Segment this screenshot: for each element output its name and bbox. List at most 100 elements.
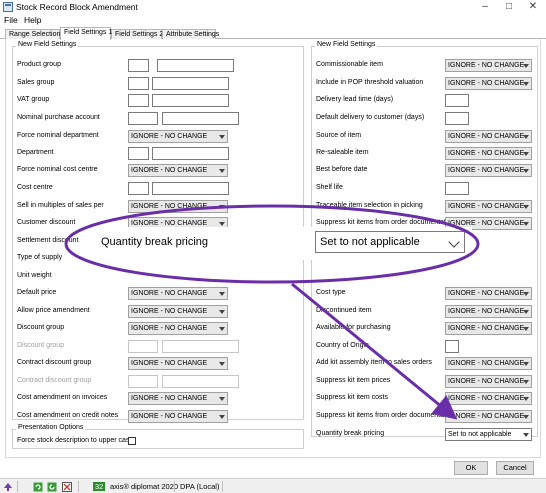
close-button[interactable]: ✕ [521,0,545,14]
unit-weight-label: Unit weight [17,272,52,279]
available-for-purchasing-select-value: IGNORE - NO CHANGE [448,325,525,332]
re-saleable-item-select[interactable]: IGNORE - NO CHANGE [445,147,532,160]
tab-field-settings-1[interactable]: Field Settings 1 [60,27,112,40]
shelf-life-label: Shelf life [316,184,343,191]
status-separator [78,481,79,492]
default-price-select[interactable]: IGNORE - NO CHANGE [128,287,228,300]
allow-price-amendment-select[interactable]: IGNORE - NO CHANGE [128,305,228,318]
chevron-down-icon [523,205,529,209]
available-for-purchasing-select[interactable]: IGNORE - NO CHANGE [445,322,532,335]
shelf-life-input[interactable] [445,182,469,195]
tab-range-selection[interactable]: Range Selection [5,29,60,39]
chevron-down-icon [219,292,225,296]
re-saleable-item-select-value: IGNORE - NO CHANGE [448,150,525,157]
best-before-date-select[interactable]: IGNORE - NO CHANGE [445,164,532,177]
presentation-legend: Presentation Options [16,424,86,431]
cost-centre-description-input[interactable] [152,182,229,195]
chevron-down-icon [523,380,529,384]
menu-file[interactable]: File [4,15,18,25]
up-arrow-icon[interactable] [3,482,13,492]
cost-amendment-on-credit-notes-select[interactable]: IGNORE - NO CHANGE [128,410,228,423]
department-code-input[interactable] [128,147,149,160]
force-nominal-cost-centre-select[interactable]: IGNORE - NO CHANGE [128,164,228,177]
tab-attribute-settings[interactable]: Attribute Settings [162,29,219,39]
suppress-kit-item-prices-select[interactable]: IGNORE - NO CHANGE [445,375,532,388]
commissionable-item-select[interactable]: IGNORE - NO CHANGE [445,59,532,72]
department-description-input[interactable] [152,147,229,160]
sell-in-multiples-of-sales-per-select-value: IGNORE - NO CHANGE [131,203,208,210]
chevron-down-icon [219,327,225,331]
discount-group-code-input [128,340,158,353]
cost-type-select-value: IGNORE - NO CHANGE [448,290,525,297]
product-group-code-input[interactable] [128,59,149,72]
cost-amendment-on-credit-notes-label: Cost amendment on credit notes [17,412,119,419]
sales-group-code-input[interactable] [128,77,149,90]
force-upper-case-checkbox[interactable] [128,437,136,445]
discount-group-select-value: IGNORE - NO CHANGE [131,325,208,332]
menu-help[interactable]: Help [24,15,41,25]
chevron-down-icon [219,310,225,314]
tab-field-settings-2[interactable]: Field Settings 2 [111,29,163,39]
chevron-down-icon [219,397,225,401]
window-title: Stock Record Block Amendment [16,2,138,12]
discount-group-description-input [162,340,239,353]
add-kit-assembly-item-to-sales-orders-select[interactable]: IGNORE - NO CHANGE [445,357,532,370]
delivery-lead-time-days-input[interactable] [445,94,469,107]
ok-button[interactable]: OK [454,461,488,475]
include-in-pop-threshold-valuation-select[interactable]: IGNORE - NO CHANGE [445,77,532,90]
cancel-button[interactable]: Cancel [496,461,534,475]
cost-amendment-on-invoices-select[interactable]: IGNORE - NO CHANGE [128,392,228,405]
nominal-purchase-account-label: Nominal purchase account [17,114,100,121]
chevron-down-icon [219,362,225,366]
chevron-down-icon [523,397,529,401]
default-price-label: Default price [17,289,57,296]
minimize-button[interactable]: – [473,0,497,14]
nominal-purchase-account-code-input[interactable] [128,112,158,125]
cost-type-select[interactable]: IGNORE - NO CHANGE [445,287,532,300]
sync-icon[interactable] [47,482,57,492]
chevron-down-icon [523,310,529,314]
cost-centre-label: Cost centre [17,184,53,191]
contract-discount-group-select[interactable]: IGNORE - NO CHANGE [128,357,228,370]
discontinued-item-select[interactable]: IGNORE - NO CHANGE [445,305,532,318]
default-delivery-to-customer-days-label: Default delivery to customer (days) [316,114,425,121]
cost-amendment-on-invoices-select-value: IGNORE - NO CHANGE [131,395,208,402]
left-group-legend: New Field Settings [16,41,79,48]
cost-amendment-on-credit-notes-select-value: IGNORE - NO CHANGE [131,413,208,420]
discount-group-select[interactable]: IGNORE - NO CHANGE [128,322,228,335]
nominal-purchase-account-description-input[interactable] [162,112,239,125]
default-delivery-to-customer-days-input[interactable] [445,112,469,125]
callout-label: Quantity break pricing [101,236,208,248]
quantity-break-pricing-select-value: Set to not applicable [448,431,512,438]
product-group-description-input[interactable] [157,59,234,72]
best-before-date-label: Best before date [316,166,368,173]
country-of-origin-input[interactable] [445,340,459,353]
vat-group-code-input[interactable] [128,94,149,107]
include-in-pop-threshold-valuation-label: Include in POP threshold valuation [316,79,424,86]
source-of-item-select[interactable]: IGNORE - NO CHANGE [445,130,532,143]
suppress-kit-item-prices-select-value: IGNORE - NO CHANGE [448,378,525,385]
force-nominal-department-select[interactable]: IGNORE - NO CHANGE [128,130,228,143]
callout-select[interactable]: Set to not applicable [315,231,465,253]
allow-price-amendment-label: Allow price amendment [17,307,90,314]
suppress-kit-item-costs-select-value: IGNORE - NO CHANGE [448,395,525,402]
quantity-break-pricing-select[interactable]: Set to not applicable [445,428,532,441]
customer-discount-label: Customer discount [17,219,76,226]
available-for-purchasing-label: Available for purchasing [316,324,391,331]
maximize-button[interactable]: □ [497,0,521,14]
suppress-kit-item-costs-select[interactable]: IGNORE - NO CHANGE [445,392,532,405]
sales-group-description-input[interactable] [152,77,229,90]
chevron-down-icon [523,327,529,331]
allow-price-amendment-select-value: IGNORE - NO CHANGE [131,308,208,315]
sell-in-multiples-of-sales-per-select[interactable]: IGNORE - NO CHANGE [128,200,228,213]
cost-centre-code-input[interactable] [128,182,149,195]
suppress-kit-item-prices-label: Suppress kit item prices [316,377,391,384]
discount-group-label: Discount group [17,342,65,349]
chevron-down-icon [448,236,460,248]
vat-group-description-input[interactable] [152,94,229,107]
refresh-icon[interactable] [33,482,43,492]
suppress-kit-items-from-order-documentation-select[interactable]: IGNORE - NO CHANGE [445,410,532,423]
best-before-date-select-value: IGNORE - NO CHANGE [448,167,525,174]
traceable-item-selection-in-picking-select[interactable]: IGNORE - NO CHANGE [445,200,532,213]
excel-icon[interactable] [62,482,72,492]
